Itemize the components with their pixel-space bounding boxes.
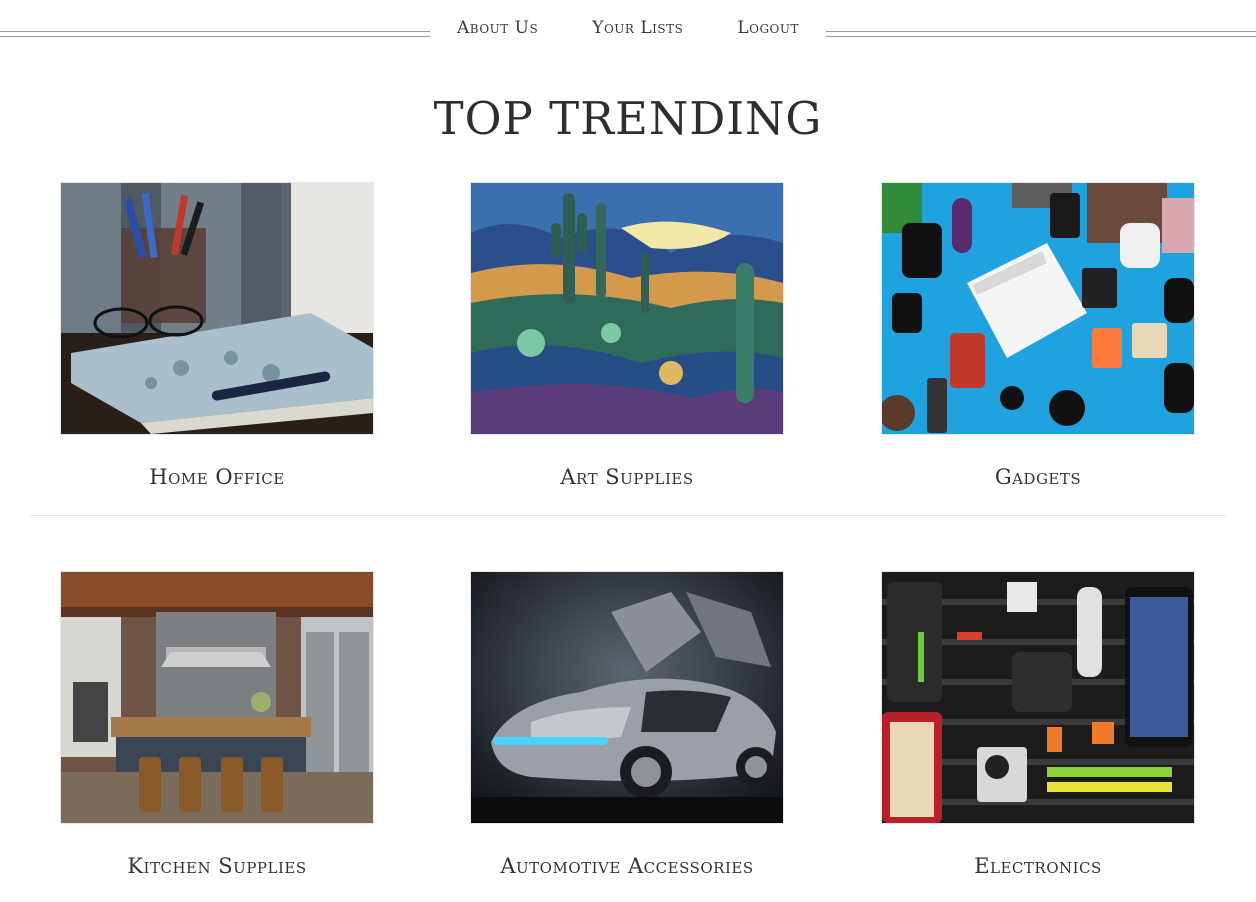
automotive-accessories-image[interactable] <box>471 572 783 823</box>
page: About Us Your Lists Logout TOP TRENDING <box>0 0 1256 902</box>
gadgets-image[interactable] <box>882 183 1194 434</box>
top-nav: About Us Your Lists Logout <box>0 0 1256 60</box>
home-office-image[interactable] <box>61 183 373 434</box>
category-label-electronics[interactable]: Electronics <box>842 854 1234 878</box>
category-card-electronics[interactable]: Electronics <box>882 572 1194 878</box>
category-card-kitchen-supplies[interactable]: Kitchen Supplies <box>61 572 373 878</box>
category-label-automotive-accessories[interactable]: Automotive Accessories <box>431 854 823 878</box>
category-label-art-supplies[interactable]: Art Supplies <box>431 465 823 489</box>
category-label-home-office[interactable]: Home Office <box>21 465 413 489</box>
page-title: TOP TRENDING <box>433 92 823 145</box>
kitchen-supplies-image[interactable] <box>61 572 373 823</box>
category-card-home-office[interactable]: Home Office <box>61 183 373 489</box>
nav-rule-right <box>826 31 1256 37</box>
electronics-image[interactable] <box>882 572 1194 823</box>
nav-menu: About Us Your Lists Logout <box>430 10 826 46</box>
category-label-kitchen-supplies[interactable]: Kitchen Supplies <box>21 854 413 878</box>
category-card-automotive-accessories[interactable]: Automotive Accessories <box>471 572 783 878</box>
nav-rule-left <box>0 31 430 37</box>
category-card-gadgets[interactable]: Gadgets <box>882 183 1194 489</box>
nav-link-your-lists[interactable]: Your Lists <box>592 18 683 38</box>
category-label-gadgets[interactable]: Gadgets <box>842 465 1234 489</box>
art-supplies-image[interactable] <box>471 183 783 434</box>
row-divider <box>30 515 1226 516</box>
nav-link-about-us[interactable]: About Us <box>457 18 538 38</box>
nav-link-logout[interactable]: Logout <box>737 18 799 38</box>
category-card-art-supplies[interactable]: Art Supplies <box>471 183 783 489</box>
